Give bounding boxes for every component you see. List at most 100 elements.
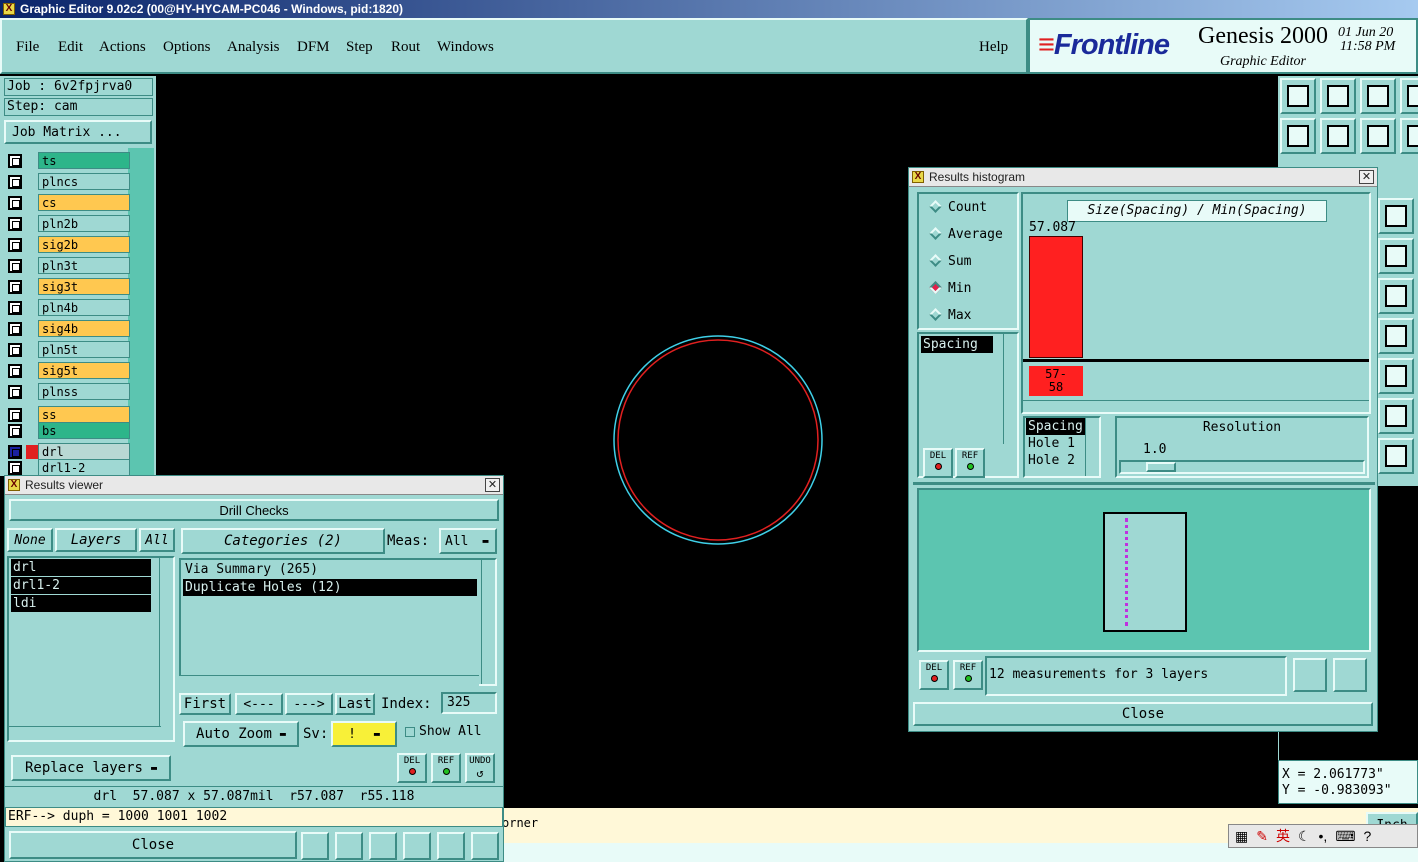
menu-rout[interactable]: Rout <box>391 39 420 56</box>
hist-pan-icon[interactable] <box>1333 658 1367 692</box>
layer-name[interactable]: plncs <box>38 173 130 190</box>
layer-name[interactable]: sig4b <box>38 320 130 337</box>
first-button[interactable]: First <box>179 693 231 715</box>
layer-row-plncs[interactable]: plncs <box>6 173 130 191</box>
rv-stop-icon[interactable] <box>335 832 363 860</box>
measure-detail-item[interactable]: Hole 1 <box>1026 435 1088 452</box>
mode-radio-min[interactable]: Min <box>929 281 971 296</box>
mode-radio-average[interactable]: Average <box>929 227 1003 242</box>
layer-checkbox-icon[interactable] <box>8 301 22 315</box>
tool-left-icon[interactable] <box>1280 118 1316 154</box>
tool-line-icon[interactable] <box>1378 358 1414 394</box>
results-viewer-close-icon[interactable]: ✕ <box>485 478 500 492</box>
layer-name[interactable]: pln4b <box>38 299 130 316</box>
show-all-checkbox[interactable] <box>405 727 415 737</box>
menu-help[interactable]: Help <box>979 39 1008 56</box>
hist-zoom-icon[interactable] <box>1293 658 1327 692</box>
menu-step[interactable]: Step <box>346 39 373 56</box>
measure-detail-vscroll[interactable] <box>1085 418 1099 476</box>
layer-row-sig4b[interactable]: sig4b <box>6 320 130 338</box>
layer-row-ts[interactable]: ts <box>6 152 130 170</box>
layer-checkbox-icon[interactable] <box>8 364 22 378</box>
layer-row-bs[interactable]: bs <box>6 422 130 440</box>
mode-radio-max[interactable]: Max <box>929 308 971 323</box>
layer-list-vscroll[interactable] <box>159 558 173 730</box>
ime-help-icon[interactable]: ? <box>1364 828 1372 844</box>
layer-checkbox-icon[interactable] <box>8 259 22 273</box>
tool-move-up-icon[interactable] <box>1280 78 1316 114</box>
layer-row-pln4b[interactable]: pln4b <box>6 299 130 317</box>
histogram-close-icon[interactable]: ✕ <box>1359 170 1374 184</box>
measure-list-item[interactable]: Spacing <box>921 336 993 353</box>
sv-dropdown[interactable]: ! ▬ <box>331 721 397 747</box>
resolution-slider-thumb[interactable] <box>1146 462 1177 472</box>
rv-skip-icon[interactable] <box>369 832 397 860</box>
menu-file[interactable]: File <box>16 39 39 56</box>
hist-list-ref-button[interactable]: REF <box>955 448 985 478</box>
layer-name[interactable]: pln2b <box>38 215 130 232</box>
menu-options[interactable]: Options <box>163 39 211 56</box>
histogram-close-button[interactable]: Close <box>913 702 1373 726</box>
layer-checkbox-icon[interactable] <box>8 424 22 438</box>
layer-name[interactable]: pln3t <box>38 257 130 274</box>
layer-checkbox-icon[interactable] <box>8 217 22 231</box>
layer-name[interactable]: ts <box>38 152 130 169</box>
mode-radio-count[interactable]: Count <box>929 200 987 215</box>
replace-layers-dropdown[interactable]: Replace layers ▬ <box>11 755 171 781</box>
rv-ref-button[interactable]: REF <box>431 753 461 783</box>
layer-checkbox-icon[interactable] <box>8 385 22 399</box>
measure-list[interactable]: Spacing DEL REF <box>917 332 1019 478</box>
mode-radio-sum[interactable]: Sum <box>929 254 971 269</box>
layer-name[interactable]: drl <box>38 443 130 460</box>
hist-ref-button[interactable]: REF <box>953 660 983 690</box>
rv-undo-button[interactable]: UNDO ↺ <box>465 753 495 783</box>
layer-name[interactable]: pln5t <box>38 341 130 358</box>
meas-dropdown[interactable]: All ▬ <box>439 528 497 554</box>
hist-list-del-button[interactable]: DEL <box>923 448 953 478</box>
next-button[interactable]: ---> <box>285 693 333 715</box>
layer-name[interactable]: plnss <box>38 383 130 400</box>
categories-button[interactable]: Categories (2) <box>181 528 385 554</box>
ime-logo-icon[interactable]: ✎ <box>1256 828 1268 845</box>
ime-keyboard-icon[interactable]: ⌨ <box>1335 828 1355 845</box>
layer-list-item[interactable]: drl1-2 <box>11 577 151 594</box>
tool-right-icon[interactable] <box>1320 118 1356 154</box>
ime-language[interactable]: 英 <box>1276 826 1290 846</box>
layer-row-sig2b[interactable]: sig2b <box>6 236 130 254</box>
measure-detail-item[interactable]: Hole 2 <box>1026 452 1088 469</box>
layer-checkbox-icon[interactable] <box>8 322 22 336</box>
tool-extra-icon[interactable] <box>1400 78 1418 114</box>
layer-checkbox-icon[interactable] <box>8 238 22 252</box>
layer-name[interactable]: sig5t <box>38 362 130 379</box>
measure-detail-item[interactable]: Spacing <box>1026 418 1088 435</box>
tool-pad-icon[interactable] <box>1378 318 1414 354</box>
layer-checkbox-icon[interactable] <box>8 445 22 459</box>
tool-measure-icon[interactable] <box>1378 278 1414 314</box>
resolution-slider[interactable] <box>1119 460 1365 474</box>
auto-zoom-dropdown[interactable]: Auto Zoom ▬ <box>183 721 299 747</box>
rv-notes-icon[interactable] <box>437 832 465 860</box>
index-input[interactable]: 325 <box>441 692 497 714</box>
ime-grid-icon[interactable]: ▦ <box>1235 828 1248 845</box>
layer-checkbox-icon[interactable] <box>8 280 22 294</box>
menu-windows[interactable]: Windows <box>437 39 494 56</box>
layer-row-plnss[interactable]: plnss <box>6 383 130 401</box>
menu-edit[interactable]: Edit <box>58 39 83 56</box>
job-matrix-button[interactable]: Job Matrix ... <box>4 120 152 144</box>
tool-snap-icon[interactable] <box>1378 198 1414 234</box>
layer-list[interactable]: drl drl1-2 ldi <box>7 556 175 742</box>
layer-name[interactable]: drl1-2 <box>38 459 130 476</box>
menu-dfm[interactable]: DFM <box>297 39 330 56</box>
layer-list-hscroll[interactable] <box>9 726 161 740</box>
tool-arc-icon[interactable] <box>1378 398 1414 434</box>
layer-list-item[interactable]: ldi <box>11 595 151 612</box>
ime-punct-icon[interactable]: •, <box>1319 828 1328 844</box>
histogram-bar[interactable] <box>1029 236 1083 358</box>
rv-del-button[interactable]: DEL <box>397 753 427 783</box>
tool-home-icon[interactable] <box>1360 78 1396 114</box>
layer-checkbox-icon[interactable] <box>8 175 22 189</box>
tool-undo-icon[interactable] <box>1360 118 1396 154</box>
layer-name[interactable]: ss <box>38 406 130 423</box>
drill-hole-outline[interactable] <box>613 335 823 545</box>
layers-button[interactable]: Layers <box>55 528 137 552</box>
